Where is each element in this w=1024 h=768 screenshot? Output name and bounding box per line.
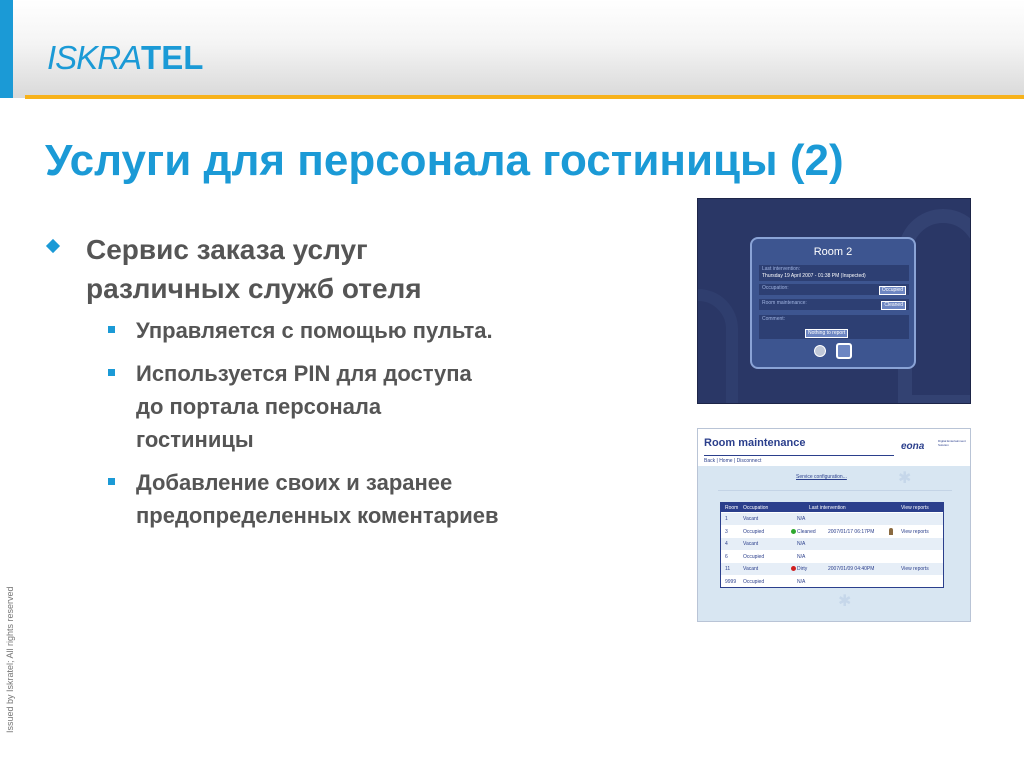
occupation-cell: Occupied <box>743 553 765 560</box>
table-row[interactable]: 6 Occupied N/A <box>721 549 943 562</box>
square-bullet-icon <box>108 326 115 333</box>
status-cell: N/A <box>797 516 806 522</box>
bullet-main-line2: различных служб отеля <box>86 273 422 304</box>
separator <box>718 490 952 491</box>
status-green-icon <box>791 528 796 534</box>
table-row[interactable]: 4 Vacant N/A <box>721 537 943 550</box>
room-cell: 3 <box>725 528 728 535</box>
room-maintenance-screenshot: Room maintenance eona Digital Entertainm… <box>697 428 971 622</box>
square-bullet-icon <box>108 478 115 485</box>
col-view-reports: View reports <box>901 505 929 511</box>
comment-select[interactable]: Nothing to report <box>805 329 849 338</box>
rooms-table: Room Occupation Last intervention View r… <box>720 502 944 588</box>
col-room: Room <box>725 505 739 511</box>
status-cell: Dirty <box>797 566 808 572</box>
sub-bullet-comments: Добавление своих и заранее предопределен… <box>106 466 638 532</box>
iskratel-logo: ISKRATEL <box>47 38 203 78</box>
occupation-cell: Occupied <box>743 528 765 535</box>
occupation-cell: Occupied <box>743 578 765 585</box>
sub-bullet-remote: Управляется с помощью пульта. <box>106 314 638 347</box>
sub-bullet-line: до портала персонала <box>136 394 382 419</box>
room-maintenance-title: Room maintenance <box>704 437 806 449</box>
ok-button[interactable] <box>836 343 852 359</box>
status-cell: N/A <box>797 578 806 585</box>
occupation-row: Occupation: Occupied <box>759 284 909 295</box>
occupation-cell: Vacant <box>743 566 759 572</box>
occupation-cell: Vacant <box>743 541 759 547</box>
sub-bullet-line: гостиницы <box>136 427 254 452</box>
sub-bullet-pin: Используется PIN для доступа до портала … <box>106 357 638 456</box>
date-cell: 2007/01/17 06:17PM <box>828 528 875 535</box>
sub-bullet-line: Управляется с помощью пульта. <box>136 318 493 343</box>
room-dialog: Room 2 Last intervention: Thursday 19 Ap… <box>750 237 916 369</box>
eona-logo: eona <box>901 441 925 452</box>
room-cell: 11 <box>725 566 731 572</box>
date-cell: 2007/01/09 04:40PM <box>828 566 875 572</box>
square-bullet-icon <box>108 369 115 376</box>
col-last-intervention: Last intervention <box>809 505 846 511</box>
status-red-icon <box>791 566 796 571</box>
room-cell: 4 <box>725 541 728 547</box>
sub-bullet-line: Добавление своих и заранее <box>136 470 453 495</box>
service-configuration-link[interactable]: Service configuration... <box>796 474 847 480</box>
maintenance-select[interactable]: Cleaned <box>881 301 906 310</box>
last-intervention-label: Last intervention: <box>762 266 801 272</box>
room-cell: 1 <box>725 516 728 522</box>
occupation-label: Occupation: <box>762 285 789 291</box>
sub-bullet-line: Используется PIN для доступа <box>136 361 472 386</box>
sub-bullet-line: предопределенных коментариев <box>136 503 499 528</box>
bullet-list: Сервис заказа услуг различных служб отел… <box>45 230 638 542</box>
maintenance-label: Room maintenance: <box>762 300 807 306</box>
status-cell: N/A <box>797 541 806 547</box>
last-intervention-value: Thursday 19 April 2007 - 01:38 PM (Inspe… <box>762 273 866 279</box>
table-row[interactable]: 1 Vacant N/A <box>721 512 943 525</box>
copyright-note: Issued by Iskratel; All rights reserved <box>5 586 15 733</box>
table-header: Room Occupation Last intervention View r… <box>721 503 943 512</box>
decorative-star-icon: ✱ <box>898 470 912 487</box>
view-reports-link[interactable]: View reports <box>901 566 929 572</box>
page-body: ✱ ✱ ✱ Service configuration... Room Occu… <box>698 466 970 621</box>
room-dialog-title: Room 2 <box>813 246 853 258</box>
header-rule <box>25 95 1024 99</box>
back-button[interactable] <box>814 345 826 357</box>
sub-bullet-list: Управляется с помощью пульта. Использует… <box>106 314 638 532</box>
last-intervention-row: Last intervention: Thursday 19 April 200… <box>759 265 909 281</box>
room-cell: 6 <box>725 553 728 560</box>
tv-portal-screenshot: Room 2 Last intervention: Thursday 19 Ap… <box>697 198 971 404</box>
status-cell: Cleaned <box>797 528 816 535</box>
title-rule <box>704 455 894 456</box>
slide-title: Услуги для персонала гостиницы (2) <box>45 136 844 185</box>
maintenance-row: Room maintenance: Cleaned <box>759 299 909 310</box>
room-cell: 9999 <box>725 578 737 585</box>
bullet-main-line1: Сервис заказа услуг <box>86 234 368 265</box>
logo-part2: TEL <box>141 39 204 76</box>
status-cell: N/A <box>797 553 806 560</box>
comment-label: Comment: <box>762 316 786 322</box>
col-occupation: Occupation <box>743 505 769 511</box>
decorative-star-icon: ✱ <box>838 593 852 610</box>
occupation-cell: Vacant <box>743 516 759 522</box>
header-accent-bar <box>0 0 13 98</box>
view-reports-link[interactable]: View reports <box>901 529 929 535</box>
background-arch <box>698 289 738 403</box>
nav-links[interactable]: Back | Home | Disconnect <box>704 458 761 464</box>
occupation-select[interactable]: Occupied <box>878 286 906 295</box>
staff-person-icon <box>889 527 893 535</box>
diamond-bullet-icon <box>45 238 61 254</box>
table-row[interactable]: 3 Occupied Cleaned 2007/01/17 06:17PM Vi… <box>721 524 943 537</box>
logo-part1: ISKRA <box>47 39 142 76</box>
table-row[interactable]: 11 Vacant Dirty 2007/01/09 04:40PM View … <box>721 562 943 575</box>
eona-tagline: Digital Entertainment Solution <box>938 439 966 447</box>
bullet-main: Сервис заказа услуг различных служб отел… <box>45 230 638 308</box>
comment-row: Comment: Nothing to report <box>759 315 909 339</box>
table-row[interactable]: 9999 Occupied N/A <box>721 574 943 587</box>
